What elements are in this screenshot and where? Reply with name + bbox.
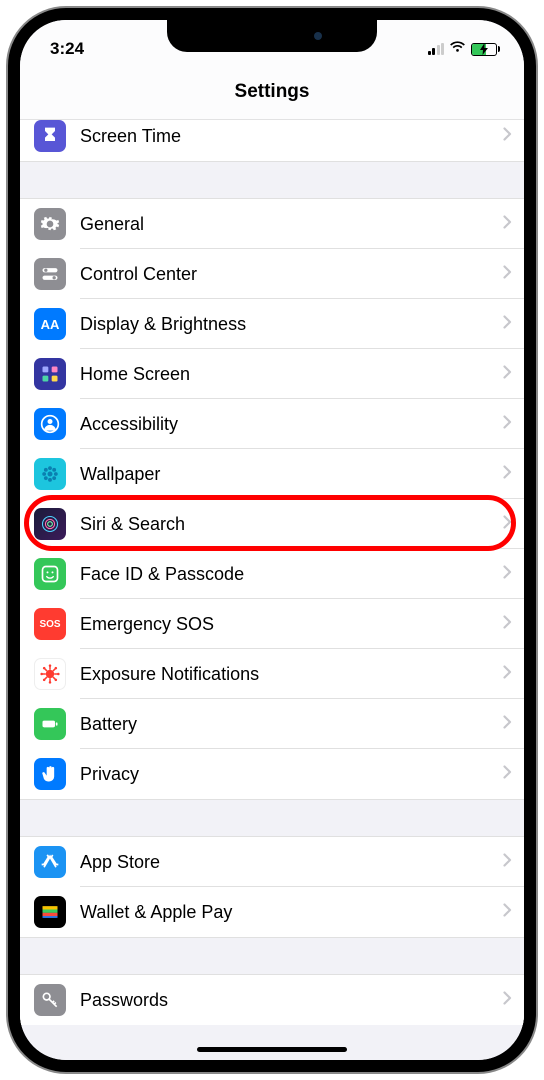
key-icon xyxy=(34,984,66,1016)
row-emergency-sos[interactable]: SOS Emergency SOS xyxy=(20,599,524,649)
chevron-right-icon xyxy=(503,614,512,634)
settings-group: App Store Wallet & Apple Pay xyxy=(20,836,524,938)
chevron-right-icon xyxy=(503,414,512,434)
row-label: App Store xyxy=(80,852,503,873)
row-label: Passwords xyxy=(80,990,503,1011)
row-label: Exposure Notifications xyxy=(80,664,503,685)
grid-icon xyxy=(34,358,66,390)
home-indicator[interactable] xyxy=(197,1047,347,1052)
appstore-icon xyxy=(34,846,66,878)
row-display-brightness[interactable]: AA Display & Brightness xyxy=(20,299,524,349)
row-accessibility[interactable]: Accessibility xyxy=(20,399,524,449)
row-label: Display & Brightness xyxy=(80,314,503,335)
chevron-right-icon xyxy=(503,464,512,484)
row-home-screen[interactable]: Home Screen xyxy=(20,349,524,399)
switches-icon xyxy=(34,258,66,290)
row-battery[interactable]: Battery xyxy=(20,699,524,749)
row-label: Emergency SOS xyxy=(80,614,503,635)
row-faceid-passcode[interactable]: Face ID & Passcode xyxy=(20,549,524,599)
wifi-icon xyxy=(449,40,466,58)
header: Settings xyxy=(20,64,524,120)
chevron-right-icon xyxy=(503,714,512,734)
siri-icon xyxy=(34,508,66,540)
settings-group: Passwords xyxy=(20,974,524,1025)
row-label: Battery xyxy=(80,714,503,735)
virus-icon xyxy=(34,658,66,690)
row-label: Face ID & Passcode xyxy=(80,564,503,585)
chevron-right-icon xyxy=(503,214,512,234)
row-control-center[interactable]: Control Center xyxy=(20,249,524,299)
notch xyxy=(167,20,377,52)
battery-icon xyxy=(471,43,500,56)
chevron-right-icon xyxy=(503,902,512,922)
chevron-right-icon xyxy=(503,514,512,534)
phone-frame: 3:24 Settings Screen Time General xyxy=(8,8,536,1072)
row-label: Privacy xyxy=(80,764,503,785)
row-label: Wallet & Apple Pay xyxy=(80,902,503,923)
chevron-right-icon xyxy=(503,764,512,784)
row-passwords[interactable]: Passwords xyxy=(20,975,524,1025)
sos-icon: SOS xyxy=(34,608,66,640)
row-label: Accessibility xyxy=(80,414,503,435)
row-general[interactable]: General xyxy=(20,199,524,249)
row-siri-search[interactable]: Siri & Search xyxy=(20,499,524,549)
settings-group: Screen Time xyxy=(20,120,524,162)
chevron-right-icon xyxy=(503,126,512,146)
row-label: General xyxy=(80,214,503,235)
signal-icon xyxy=(428,43,445,55)
page-title: Settings xyxy=(235,81,310,103)
row-label: Wallpaper xyxy=(80,464,503,485)
battery-icon xyxy=(34,708,66,740)
row-label: Home Screen xyxy=(80,364,503,385)
row-label: Screen Time xyxy=(80,126,503,147)
wallet-icon xyxy=(34,896,66,928)
flower-icon xyxy=(34,458,66,490)
person-circle-icon xyxy=(34,408,66,440)
row-exposure-notifications[interactable]: Exposure Notifications xyxy=(20,649,524,699)
chevron-right-icon xyxy=(503,314,512,334)
row-wallet-apple-pay[interactable]: Wallet & Apple Pay xyxy=(20,887,524,937)
settings-list[interactable]: Screen Time General Control Center AA Displa… xyxy=(20,120,524,1060)
hand-icon xyxy=(34,758,66,790)
status-time: 3:24 xyxy=(50,39,84,59)
row-app-store[interactable]: App Store xyxy=(20,837,524,887)
row-label: Control Center xyxy=(80,264,503,285)
face-icon xyxy=(34,558,66,590)
chevron-right-icon xyxy=(503,664,512,684)
row-screen-time[interactable]: Screen Time xyxy=(20,120,524,161)
status-right xyxy=(428,40,501,58)
row-label: Siri & Search xyxy=(80,514,503,535)
row-privacy[interactable]: Privacy xyxy=(20,749,524,799)
chevron-right-icon xyxy=(503,990,512,1010)
gear-icon xyxy=(34,208,66,240)
row-wallpaper[interactable]: Wallpaper xyxy=(20,449,524,499)
chevron-right-icon xyxy=(503,564,512,584)
hourglass-icon xyxy=(34,120,66,152)
text-size-icon: AA xyxy=(34,308,66,340)
chevron-right-icon xyxy=(503,264,512,284)
chevron-right-icon xyxy=(503,364,512,384)
settings-group: General Control Center AA Display & Brightn… xyxy=(20,198,524,800)
chevron-right-icon xyxy=(503,852,512,872)
